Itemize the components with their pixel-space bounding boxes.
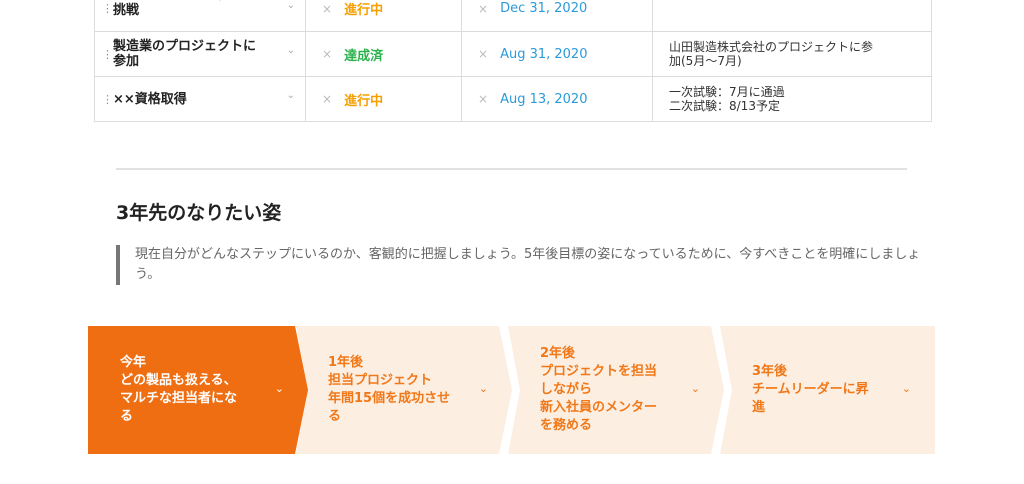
goal-title-cell[interactable]: ⋮ ××資格取得 ⌄ (95, 77, 306, 121)
chevron-down-icon[interactable]: ⌄ (275, 382, 284, 395)
status-badge: 進行中 (344, 93, 384, 109)
due-date: Dec 31, 2020 (500, 1, 588, 16)
section-divider (116, 168, 907, 170)
section-description: 現在自分がどんなステップにいるのか、客観的に把握しましょう。5年後目標の姿になっ… (116, 245, 930, 285)
drag-handle-icon[interactable]: ⋮ (102, 3, 113, 14)
step-this-year[interactable]: 今年 どの製品も扱える、 マルチな担当者にな る ⌄ (88, 326, 308, 454)
table-row[interactable]: ⋮ ××資格取得 ⌄ × 進行中 × Aug 13, 2020 一次試験：7月に… (95, 77, 931, 121)
chevron-down-icon[interactable]: ⌄ (902, 382, 911, 395)
clear-x-icon[interactable]: × (478, 2, 488, 16)
clear-x-icon[interactable]: × (478, 92, 488, 106)
clear-x-icon[interactable]: × (322, 47, 332, 61)
step-3-years[interactable]: 3年後 チームリーダーに昇 進 ⌄ (720, 326, 935, 454)
chevron-down-icon[interactable]: ⌄ (287, 0, 295, 11)
status-cell[interactable]: × 進行中 (306, 77, 462, 121)
due-date: Aug 13, 2020 (500, 91, 588, 107)
chevron-down-icon[interactable]: ⌄ (479, 382, 488, 395)
drag-handle-icon[interactable]: ⋮ (102, 94, 113, 105)
note-cell[interactable] (653, 0, 931, 31)
status-cell[interactable]: × 達成済 (306, 32, 462, 76)
date-cell[interactable]: × Aug 13, 2020 (462, 77, 653, 121)
clear-x-icon[interactable]: × (478, 47, 488, 61)
step-label: 2年後 プロジェクトを担当 しながら 新入社員のメンター を務める (540, 346, 658, 433)
note-text: 山田製造株式会社のプロジェクトに参 加(5月～7月) (669, 40, 874, 68)
note-cell[interactable]: 山田製造株式会社のプロジェクトに参 加(5月～7月) (653, 32, 931, 76)
goal-title: プロジェクトリーダーに 挑戦 (113, 0, 256, 18)
due-date: Aug 31, 2020 (500, 46, 588, 62)
step-2-years[interactable]: 2年後 プロジェクトを担当 しながら 新入社員のメンター を務める ⌄ (508, 326, 724, 454)
step-1-year[interactable]: 1年後 担当プロジェクト 年間15個を成功させ る ⌄ (296, 326, 512, 454)
step-label: 今年 どの製品も扱える、 マルチな担当者にな る (120, 355, 238, 424)
goals-table: ⋮ プロジェクトリーダーに 挑戦 ⌄ × 進行中 × Dec 31, 2020 … (94, 0, 932, 122)
goal-title: ××資格取得 (113, 91, 187, 107)
note-text: 一次試験：7月に通過 二次試験：8/13予定 (669, 85, 785, 113)
goal-title: 製造業のプロジェクトに 参加 (113, 39, 257, 69)
career-steps: 今年 どの製品も扱える、 マルチな担当者にな る ⌄ 1年後 担当プロジェクト … (88, 326, 935, 454)
status-cell[interactable]: × 進行中 (306, 0, 462, 31)
chevron-down-icon[interactable]: ⌄ (287, 45, 295, 56)
drag-handle-icon[interactable]: ⋮ (102, 49, 113, 60)
section-heading: 3年先のなりたい姿 (116, 202, 282, 224)
date-cell[interactable]: × Dec 31, 2020 (462, 0, 653, 31)
goal-title-cell[interactable]: ⋮ 製造業のプロジェクトに 参加 ⌄ (95, 32, 306, 76)
note-cell[interactable]: 一次試験：7月に通過 二次試験：8/13予定 (653, 77, 931, 121)
clear-x-icon[interactable]: × (322, 2, 332, 16)
status-badge: 達成済 (344, 48, 384, 64)
goal-title-cell[interactable]: ⋮ プロジェクトリーダーに 挑戦 ⌄ (95, 0, 306, 31)
clear-x-icon[interactable]: × (322, 92, 332, 106)
chevron-down-icon[interactable]: ⌄ (287, 90, 295, 101)
step-label: 3年後 チームリーダーに昇 進 (752, 364, 869, 415)
table-row[interactable]: ⋮ プロジェクトリーダーに 挑戦 ⌄ × 進行中 × Dec 31, 2020 (95, 0, 931, 32)
date-cell[interactable]: × Aug 31, 2020 (462, 32, 653, 76)
step-label: 1年後 担当プロジェクト 年間15個を成功させ る (328, 355, 451, 424)
status-badge: 進行中 (344, 3, 384, 18)
table-row[interactable]: ⋮ 製造業のプロジェクトに 参加 ⌄ × 達成済 × Aug 31, 2020 … (95, 32, 931, 77)
chevron-down-icon[interactable]: ⌄ (691, 382, 700, 395)
